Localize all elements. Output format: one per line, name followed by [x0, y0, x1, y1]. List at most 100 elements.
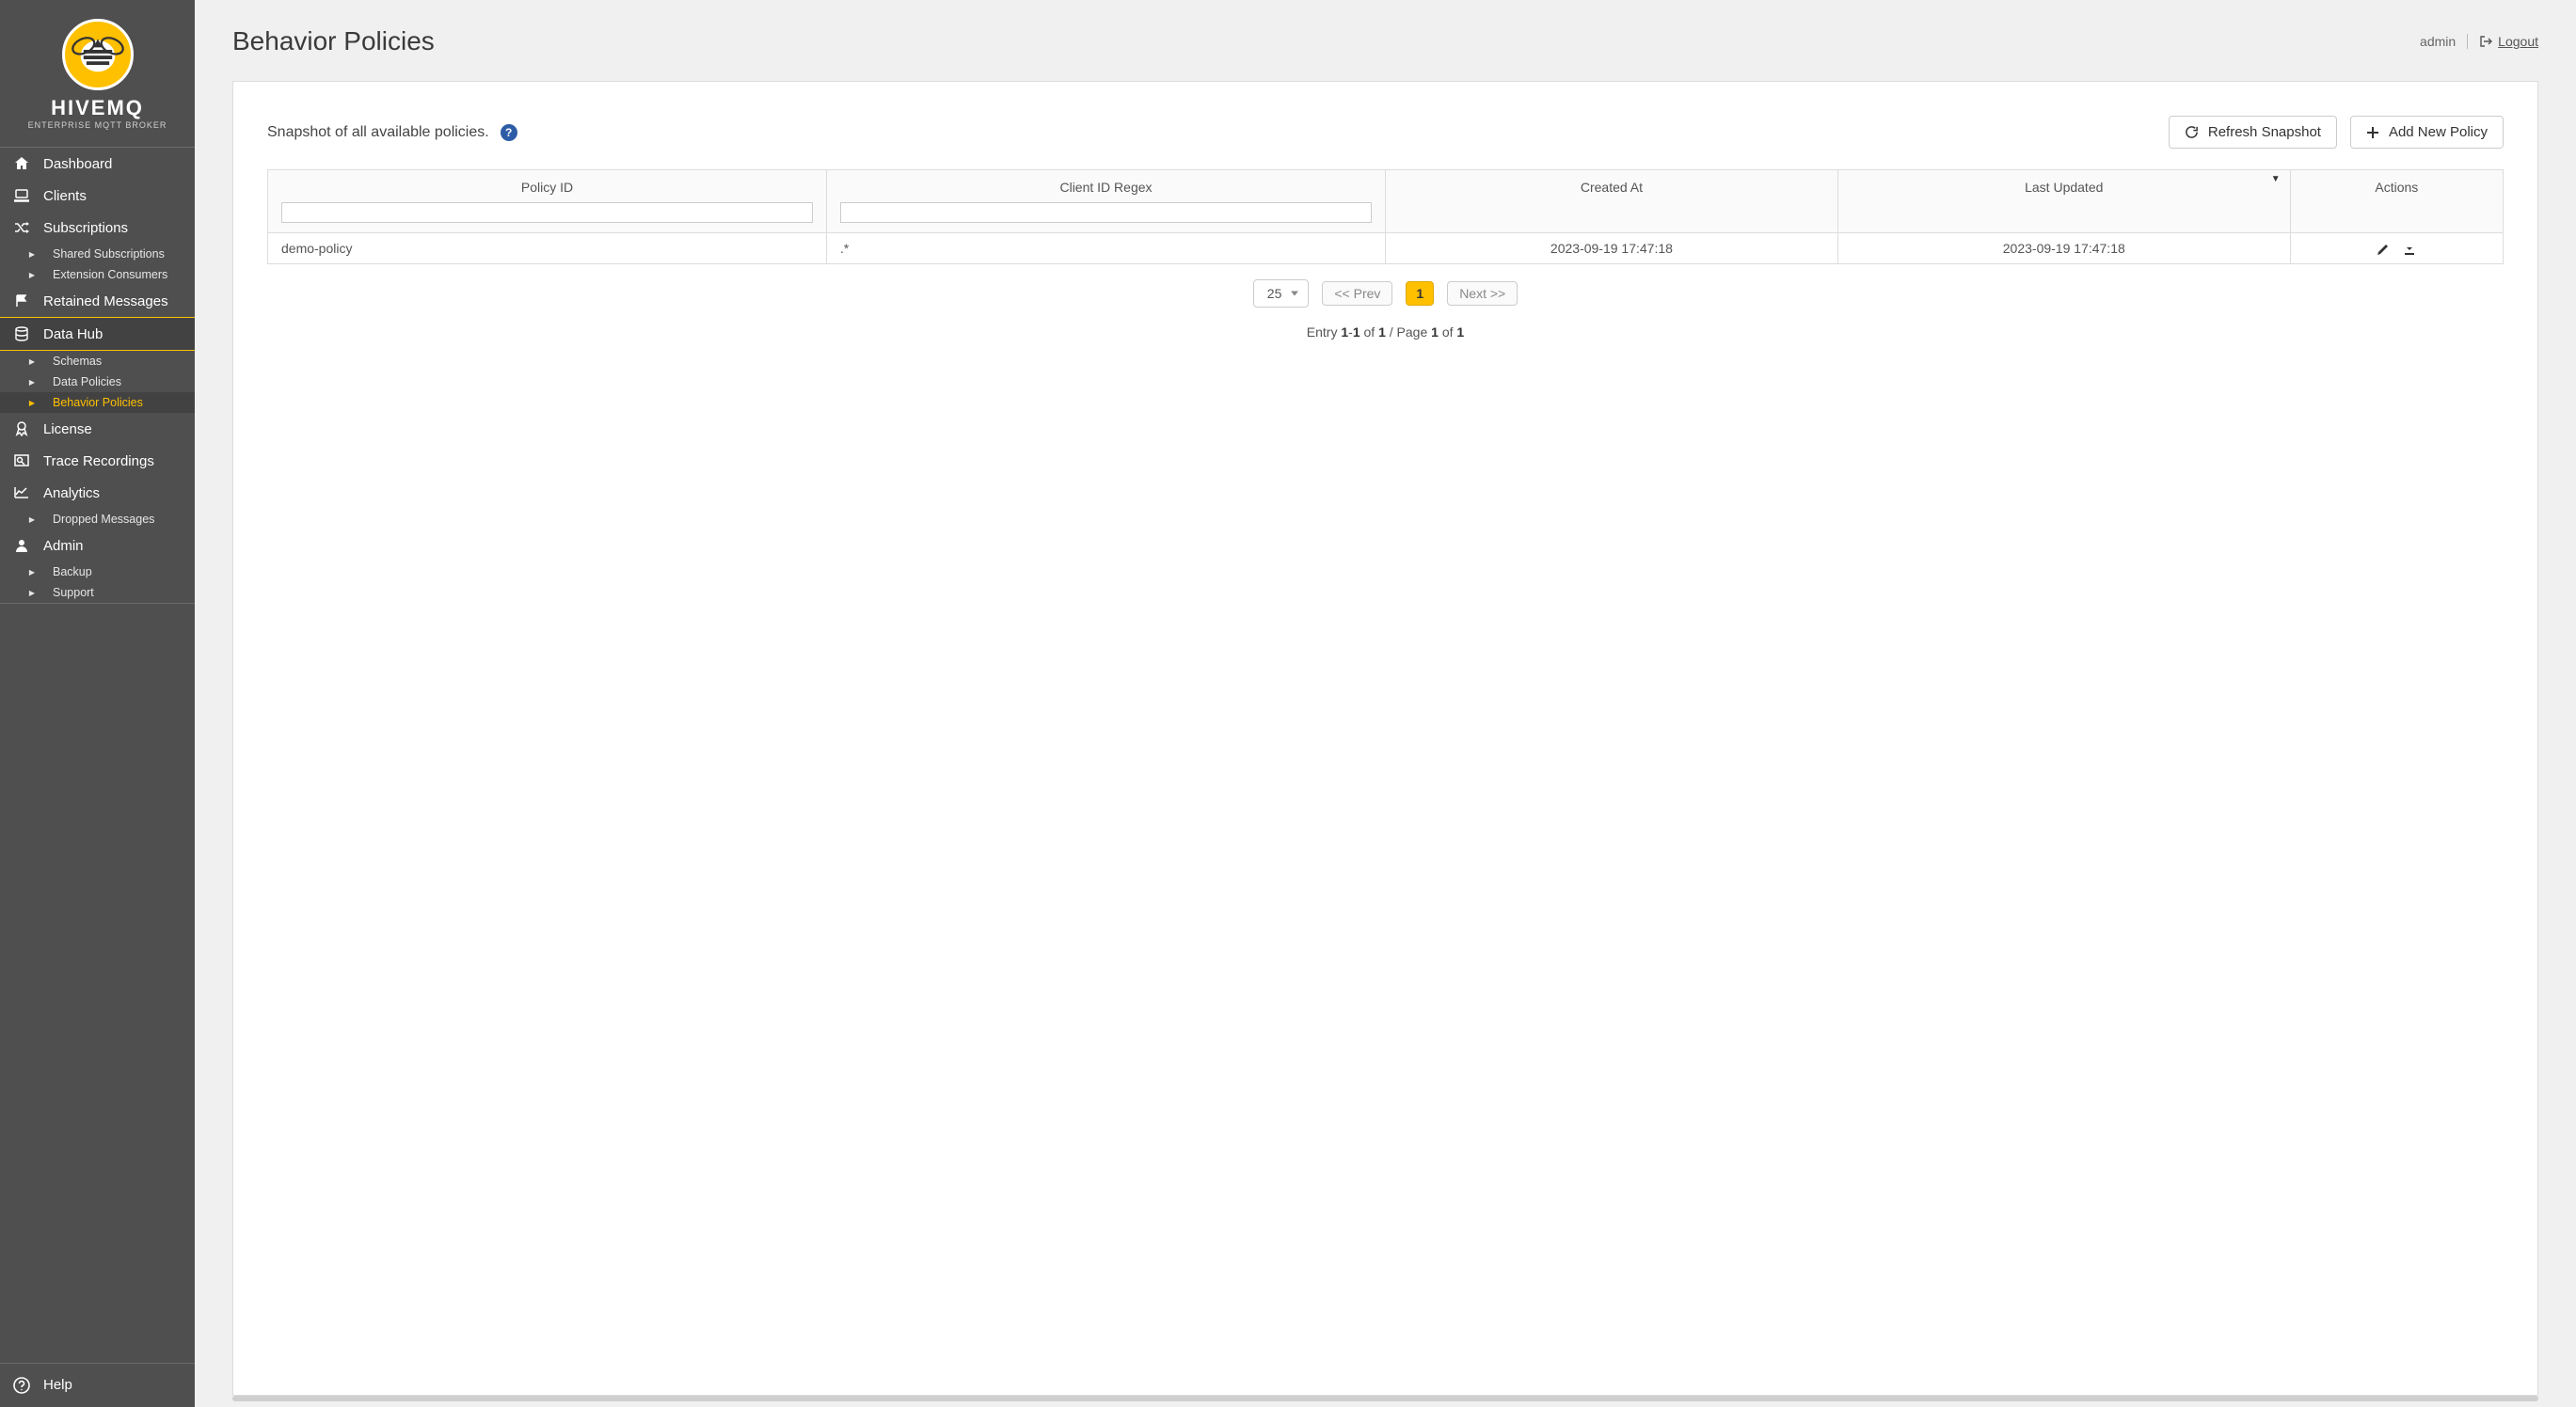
logout-link[interactable]: Logout	[2479, 34, 2538, 49]
cell-actions	[2290, 233, 2503, 264]
laptop-icon	[13, 187, 30, 204]
policies-table: Policy ID Client ID Regex Created At ▼ L…	[267, 169, 2504, 264]
nav-label: Retained Messages	[43, 293, 168, 309]
logo-block: HIVEMQ ENTERPRISE MQTT BROKER	[0, 0, 195, 148]
snapshot-description: Snapshot of all available policies. ?	[267, 124, 517, 141]
nav-license[interactable]: License	[0, 413, 195, 445]
nav-sub-label: Shared Subscriptions	[53, 247, 165, 261]
cell-created: 2023-09-19 17:47:18	[1386, 233, 1838, 264]
caret-right-icon: ▶	[28, 357, 36, 366]
nav-subscriptions[interactable]: Subscriptions	[0, 212, 195, 244]
col-created-at[interactable]: Created At	[1386, 170, 1838, 233]
action-buttons: Refresh Snapshot Add New Policy	[2169, 116, 2504, 149]
col-label: Last Updated	[2025, 180, 2103, 195]
nav-label: Data Hub	[43, 326, 103, 342]
current-user: admin	[2420, 34, 2456, 49]
caret-right-icon: ▶	[28, 568, 36, 577]
nav-schemas[interactable]: ▶ Schemas	[0, 351, 195, 372]
cell-client-regex: .*	[827, 233, 1386, 264]
nav-extension-consumers[interactable]: ▶ Extension Consumers	[0, 264, 195, 285]
download-icon[interactable]	[2403, 241, 2416, 256]
nav-analytics[interactable]: Analytics	[0, 477, 195, 509]
nav-data-policies[interactable]: ▶ Data Policies	[0, 372, 195, 392]
col-label: Created At	[1581, 180, 1643, 195]
divider	[2467, 34, 2468, 49]
nav-label: Clients	[43, 188, 87, 204]
nav-admin[interactable]: Admin	[0, 530, 195, 561]
nav-retained-messages[interactable]: Retained Messages	[0, 285, 195, 317]
cell-updated: 2023-09-19 17:47:18	[1837, 233, 2290, 264]
nav-backup[interactable]: ▶ Backup	[0, 561, 195, 582]
topbar: Behavior Policies admin Logout	[195, 0, 2576, 81]
table-row: demo-policy .* 2023-09-19 17:47:18 2023-…	[268, 233, 2504, 264]
refresh-snapshot-button[interactable]: Refresh Snapshot	[2169, 116, 2337, 149]
flag-icon	[13, 292, 30, 309]
nav-label: Analytics	[43, 485, 100, 501]
nav-dashboard[interactable]: Dashboard	[0, 148, 195, 180]
hivemq-logo-icon	[62, 19, 134, 90]
filter-policy-id[interactable]	[281, 202, 813, 223]
nav-label: Help	[43, 1377, 72, 1393]
caret-right-icon: ▶	[28, 515, 36, 524]
caret-right-icon: ▶	[28, 589, 36, 597]
nav-data-hub[interactable]: Data Hub	[0, 317, 195, 351]
brand-name: HIVEMQ	[0, 96, 195, 120]
add-label: Add New Policy	[2389, 124, 2488, 140]
main-area: Behavior Policies admin Logout Snapshot …	[195, 0, 2576, 1407]
caret-right-icon: ▶	[28, 399, 36, 407]
current-page[interactable]: 1	[1406, 281, 1434, 306]
sidebar: HIVEMQ ENTERPRISE MQTT BROKER Dashboard …	[0, 0, 195, 1407]
col-label: Policy ID	[521, 180, 573, 195]
logout-icon	[2479, 35, 2492, 48]
panel-toolbar: Snapshot of all available policies. ? Re…	[267, 116, 2504, 149]
nav-behavior-policies[interactable]: ▶ Behavior Policies	[0, 392, 195, 413]
sort-desc-icon: ▼	[2271, 174, 2281, 184]
content-panel: Snapshot of all available policies. ? Re…	[232, 81, 2538, 1396]
nav-sub-label: Schemas	[53, 355, 102, 368]
snapshot-text: Snapshot of all available policies.	[267, 124, 489, 141]
nav-help[interactable]: Help	[13, 1377, 182, 1394]
brand-subtitle: ENTERPRISE MQTT BROKER	[0, 120, 195, 130]
add-new-policy-button[interactable]: Add New Policy	[2350, 116, 2504, 149]
nav-label: Dashboard	[43, 156, 112, 172]
nav-label: License	[43, 421, 92, 437]
caret-right-icon: ▶	[28, 250, 36, 259]
nav-sub-label: Backup	[53, 565, 92, 578]
nav-sub-label: Behavior Policies	[53, 396, 143, 409]
prev-page-button[interactable]: << Prev	[1322, 281, 1392, 306]
col-label: Client ID Regex	[1059, 180, 1152, 195]
col-client-regex[interactable]: Client ID Regex	[827, 170, 1386, 233]
col-last-updated[interactable]: ▼ Last Updated	[1837, 170, 2290, 233]
user-icon	[13, 537, 30, 554]
help-icon[interactable]: ?	[501, 124, 517, 141]
shuffle-icon	[13, 219, 30, 236]
filter-client-regex[interactable]	[840, 202, 1372, 223]
home-icon	[13, 155, 30, 172]
nav-shared-subscriptions[interactable]: ▶ Shared Subscriptions	[0, 244, 195, 264]
scrollbar-track[interactable]	[232, 1396, 2538, 1401]
page-title: Behavior Policies	[232, 26, 435, 56]
nav-sub-label: Extension Consumers	[53, 268, 167, 281]
nav-support[interactable]: ▶ Support	[0, 582, 195, 603]
nav-sub-label: Dropped Messages	[53, 513, 154, 526]
pagination: 25 << Prev 1 Next >>	[267, 279, 2504, 308]
entry-summary: Entry 1-1 of 1 / Page 1 of 1	[267, 324, 2504, 340]
logout-label: Logout	[2498, 34, 2538, 49]
next-page-button[interactable]: Next >>	[1447, 281, 1518, 306]
caret-right-icon: ▶	[28, 378, 36, 387]
chart-line-icon	[13, 484, 30, 501]
database-icon	[13, 325, 30, 342]
nav-clients[interactable]: Clients	[0, 180, 195, 212]
nav-label: Admin	[43, 538, 84, 554]
nav-label: Trace Recordings	[43, 453, 154, 469]
nav-sub-label: Data Policies	[53, 375, 121, 388]
caret-right-icon: ▶	[28, 271, 36, 279]
edit-icon[interactable]	[2377, 241, 2390, 256]
cell-policy-id: demo-policy	[268, 233, 827, 264]
nav-sub-label: Support	[53, 586, 94, 599]
col-policy-id[interactable]: Policy ID	[268, 170, 827, 233]
nav-dropped-messages[interactable]: ▶ Dropped Messages	[0, 509, 195, 530]
nav-trace-recordings[interactable]: Trace Recordings	[0, 445, 195, 477]
search-list-icon	[13, 452, 30, 469]
page-size-select[interactable]: 25	[1253, 279, 1310, 308]
